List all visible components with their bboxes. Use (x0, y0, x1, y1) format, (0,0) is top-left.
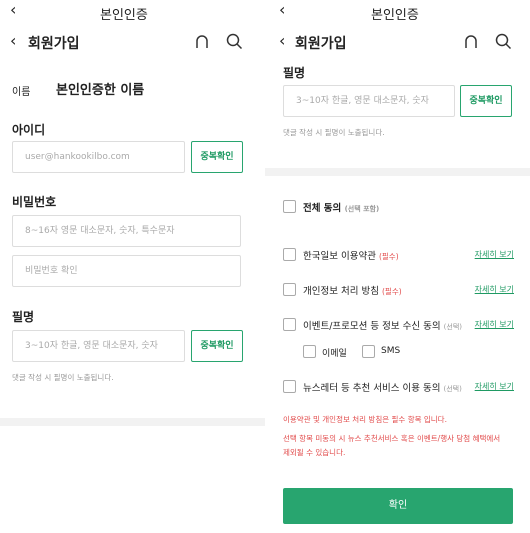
sms-checkbox[interactable] (362, 345, 375, 358)
status-title: 본인인증 (100, 8, 148, 23)
optional-tag: (선택) (443, 323, 463, 331)
terms-checkbox[interactable] (283, 248, 296, 261)
top-back-icon[interactable]: ‹ (279, 0, 285, 19)
nickname-hint: 댓글 작성 시 필명이 노출됩니다. (12, 373, 114, 382)
newsletter-checkbox[interactable] (283, 380, 296, 393)
email-checkbox[interactable] (303, 345, 316, 358)
promotion-detail-link[interactable]: 자세히 보기 (475, 319, 514, 330)
agree-all-checkbox[interactable] (283, 200, 296, 213)
top-back-icon[interactable]: ‹ (10, 0, 16, 19)
notice-required: 이용약관 및 개인정보 처리 방침은 필수 항목 입니다. (283, 415, 447, 424)
privacy-detail-link[interactable]: 자세히 보기 (475, 284, 514, 295)
optional-tag: (선택) (443, 385, 462, 393)
confirm-button[interactable]: 확인 (283, 488, 513, 524)
terms-text: 한국일보 이용약관 (303, 251, 376, 262)
name-value: 본인인증한 이름 (56, 83, 145, 98)
agree-all-label: 전체 동의 (선택 포함) (303, 200, 379, 214)
password-input[interactable]: 8~16자 영문 대소문자, 숫자, 특수문자 (12, 215, 241, 247)
back-icon[interactable]: ‹ (10, 31, 16, 50)
agree-all-text: 전체 동의 (303, 203, 342, 214)
nav-title: 회원가입 (28, 36, 80, 52)
nickname-dup-check-button[interactable]: 중복확인 (460, 85, 512, 117)
email-label: 이메일 (322, 349, 347, 359)
nickname-input[interactable]: 3~10자 한글, 영문 대소문자, 숫자 (12, 330, 185, 362)
password-label: 비밀번호 (12, 195, 57, 209)
nickname-hint: 댓글 작성 시 필명이 노출됩니다. (283, 128, 385, 137)
name-label: 이름 (12, 87, 31, 98)
required-tag: (필수) (382, 287, 402, 296)
privacy-text: 개인정보 처리 방침 (303, 286, 379, 297)
nickname-label: 필명 (12, 310, 35, 324)
nickname-dup-check-button[interactable]: 중복확인 (191, 330, 243, 362)
id-label: 아이디 (12, 123, 46, 137)
newsletter-label: 뉴스레터 등 추천 서비스 이용 동의 (선택) (303, 380, 462, 394)
right-screen: ‹ 본인인증 ‹ 회원가입 필명 3~10자 한글, 영문 대소문자, 숫자 중… (265, 0, 530, 533)
newsletter-detail-link[interactable]: 자세히 보기 (475, 381, 514, 392)
nickname-label: 필명 (283, 66, 306, 80)
privacy-checkbox[interactable] (283, 283, 296, 296)
nickname-input[interactable]: 3~10자 한글, 영문 대소문자, 숫자 (283, 85, 455, 117)
status-title: 본인인증 (371, 8, 419, 23)
terms-label: 한국일보 이용약관 (필수) (303, 248, 399, 262)
nav-title: 회원가입 (295, 36, 347, 52)
section-divider (0, 418, 265, 426)
section-divider (265, 168, 530, 176)
id-input[interactable]: user@hankookilbo.com (12, 141, 185, 173)
required-tag: (필수) (378, 252, 399, 261)
notice-optional: 선택 항목 미동의 시 뉴스 추천서비스 혹은 이벤트/행사 당첨 혜택에서 (283, 434, 501, 443)
notice-optional-cont: 제외될 수 있습니다. (283, 448, 346, 457)
newsletter-text: 뉴스레터 등 추천 서비스 이용 동의 (303, 383, 441, 394)
agree-all-note: (선택 포함) (344, 205, 380, 213)
promotion-checkbox[interactable] (283, 318, 296, 331)
password-confirm-input[interactable]: 비밀번호 확인 (12, 255, 241, 287)
left-screen: ‹ 본인인증 ‹ 회원가입 이름 본인인증한 이름 아이디 user@hanko… (0, 0, 265, 533)
promotion-label: 이벤트/프로모션 등 정보 수신 동의 (선택) (303, 318, 462, 332)
sms-label: SMS (381, 346, 401, 356)
search-icon[interactable] (226, 33, 243, 50)
back-icon[interactable]: ‹ (279, 31, 285, 50)
home-icon[interactable] (194, 33, 210, 49)
terms-detail-link[interactable]: 자세히 보기 (475, 249, 514, 260)
search-icon[interactable] (495, 33, 512, 50)
home-icon[interactable] (463, 33, 479, 49)
id-dup-check-button[interactable]: 중복확인 (191, 141, 243, 173)
promotion-text: 이벤트/프로모션 등 정보 수신 동의 (303, 321, 441, 332)
privacy-label: 개인정보 처리 방침 (필수) (303, 283, 402, 297)
